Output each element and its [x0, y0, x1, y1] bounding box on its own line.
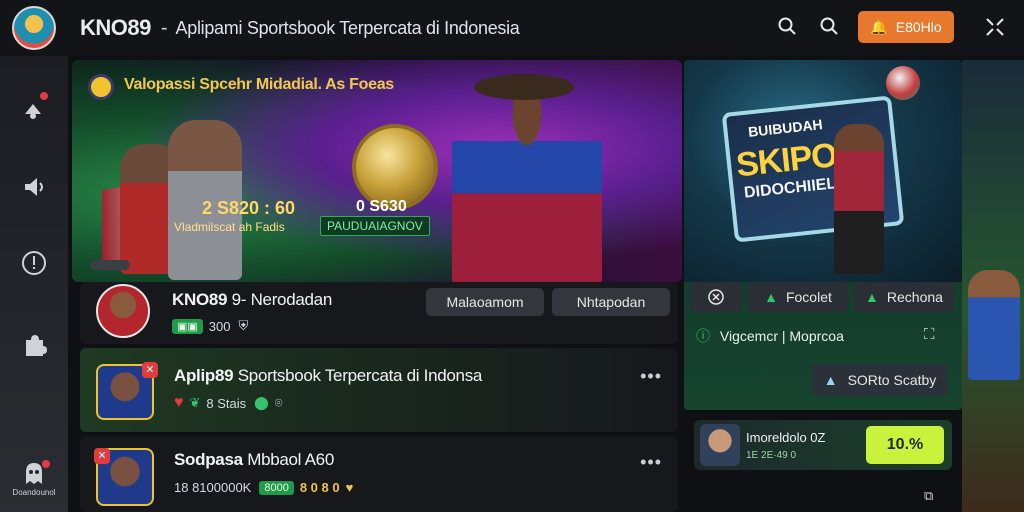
hero-title: Valopassi Spcehr Midadial. As Foeas: [124, 76, 394, 93]
row-chip: 8000: [259, 480, 294, 495]
badge-icon: [88, 74, 114, 100]
odds-card-title: Imoreldolo 0Z: [746, 430, 826, 445]
hero-score-sub: Vladmilscat ah Fadis: [174, 220, 285, 234]
odds-card-meta: 1E 2E·49 0: [746, 450, 797, 461]
side-button-label: SORto Scatby: [847, 372, 937, 388]
search-icon[interactable]: [776, 16, 798, 38]
carousel-indicator[interactable]: [90, 260, 130, 270]
app-logo[interactable]: [12, 6, 56, 50]
close-badge-icon[interactable]: ✕: [142, 362, 158, 378]
side-pill-focolet[interactable]: ▲ Focolet: [748, 282, 848, 312]
notification-icon[interactable]: [20, 96, 48, 124]
close-badge-icon[interactable]: ✕: [94, 448, 110, 464]
heart-gold-icon: ♥: [345, 480, 354, 495]
row-title-rest: 9- Nerodadan: [231, 290, 333, 309]
hat-graphic: [474, 74, 574, 100]
left-rail: Doandounol: [0, 56, 68, 512]
odds-card[interactable]: Imoreldolo 0Z 1E 2E·49 0 10.%: [694, 420, 952, 470]
brand-name: KNO89: [80, 15, 151, 40]
row-meta-value: 300: [208, 318, 231, 334]
row-meta: ♥ ❦ 8 Stais ⬤ ⌾: [174, 394, 283, 412]
list-item[interactable]: ✕ Sodpasa Mbbaol A60 18 8100000K 8000 8 …: [80, 436, 678, 512]
stadium-image: [962, 60, 1024, 512]
tag-icon: ⬤: [254, 395, 269, 410]
ball-icon: [886, 66, 920, 100]
ticket-icon: ▲: [764, 289, 778, 305]
avatar: [700, 424, 740, 466]
side-banner[interactable]: BUIBUDAH SKIPON DIDOCHIIEL: [684, 60, 962, 282]
title-separator: -: [160, 16, 168, 39]
row-button-secondary[interactable]: Nhtapodan: [552, 288, 670, 316]
row-title-bold: KNO89: [172, 290, 228, 309]
alert-icon[interactable]: [20, 250, 48, 278]
row-title-rest: Sportsbook Terpercata di Indonsa: [237, 366, 483, 385]
puzzle-icon[interactable]: [20, 332, 48, 360]
login-button[interactable]: 🔔 E80Hlo: [858, 11, 954, 43]
hero-score: 2 S820 : 60: [202, 198, 296, 218]
pill-label: Rechona: [886, 289, 943, 305]
side-action-button[interactable]: ▲ SORto Scatby: [812, 364, 948, 396]
row-meta-prefix: 18 8100000K: [174, 480, 252, 495]
more-options-icon[interactable]: •••: [640, 452, 662, 473]
row-gold-value: 8 0 8 0: [299, 480, 340, 495]
row-title-bold: Sodpasa: [174, 450, 243, 469]
row-title: KNO89 9- Nerodadan: [172, 290, 332, 310]
heart-icon[interactable]: ♥: [174, 394, 184, 412]
shield-icon: ⛨: [238, 318, 249, 333]
triangle-icon: ▲: [823, 372, 838, 388]
side-row-text: Vigcemcr | Moprcoa: [719, 328, 844, 344]
row-title: Sodpasa Mbbaol A60: [174, 450, 334, 470]
hero-player-figure: [452, 78, 602, 282]
bell-icon: 🔔: [870, 18, 888, 35]
row-meta: 18 8100000K 8000 8 0 8 0 ♥: [174, 480, 353, 495]
hero-odds-label: PAUDUAIAGNOV: [320, 216, 430, 236]
pill-label: Focolet: [785, 289, 832, 305]
row-chip: ▣▣: [172, 318, 203, 334]
row-meta-value: 8 Stais: [206, 395, 247, 411]
row-title: Aplip89 Sportsbook Terpercata di Indonsa: [174, 366, 482, 386]
hero-odds: 0 S630: [356, 198, 407, 215]
odds-value-button[interactable]: 10.%: [866, 426, 944, 464]
top-bar: KNO89 - Aplipami Sportsbook Terpercata d…: [0, 0, 1024, 56]
close-circle-button[interactable]: [690, 282, 742, 312]
info-circle-icon: ⓘ: [696, 328, 710, 344]
close-circle-icon: [708, 289, 724, 305]
row-button-primary[interactable]: Malaoamom: [426, 288, 544, 316]
row-title-bold: Aplip89: [174, 366, 234, 385]
screen-icon[interactable]: ⧉: [924, 488, 933, 504]
player-figure: [968, 270, 1020, 380]
side-info-row[interactable]: ⓘ Vigcemcr | Moprcoa: [696, 326, 844, 346]
location-icon: ⌾: [274, 395, 283, 410]
notification-dot: [40, 92, 48, 100]
player-figure: [834, 124, 884, 274]
list-item[interactable]: ✕ Aplip89 Sportsbook Terpercata di Indon…: [80, 348, 678, 432]
login-label: E80Hlo: [895, 19, 942, 35]
rail-bottom-label: Doandounol: [12, 488, 56, 497]
avatar[interactable]: [96, 284, 150, 338]
side-pill-rechona[interactable]: ▲ Rechona: [854, 282, 954, 312]
side-panel: BUIBUDAH SKIPON DIDOCHIIEL ▲ Focolet ▲ R…: [684, 60, 962, 410]
ticket-icon: ▲: [865, 289, 879, 305]
more-options-icon[interactable]: •••: [640, 366, 662, 387]
speaker-icon[interactable]: [20, 174, 48, 202]
list-item[interactable]: KNO89 9- Nerodadan ▣▣ 300 ⛨ Malaoamom Nh…: [80, 282, 678, 344]
side-pill-row: ▲ Focolet ▲ Rechona: [684, 282, 962, 316]
ghost-dot: [42, 460, 50, 468]
leaf-icon: ❦: [189, 395, 201, 410]
row-meta: ▣▣ 300 ⛨: [172, 318, 248, 334]
page-subtitle: Aplipami Sportsbook Terpercata di Indone…: [175, 17, 520, 38]
row-title-rest: Mbbaol A60: [247, 450, 334, 469]
hero-banner[interactable]: Valopassi Spcehr Midadial. As Foeas 2 S8…: [72, 60, 682, 282]
search-icon[interactable]: [818, 16, 840, 38]
share-icon[interactable]: ⛶: [924, 326, 935, 343]
expand-icon[interactable]: [984, 16, 1006, 38]
